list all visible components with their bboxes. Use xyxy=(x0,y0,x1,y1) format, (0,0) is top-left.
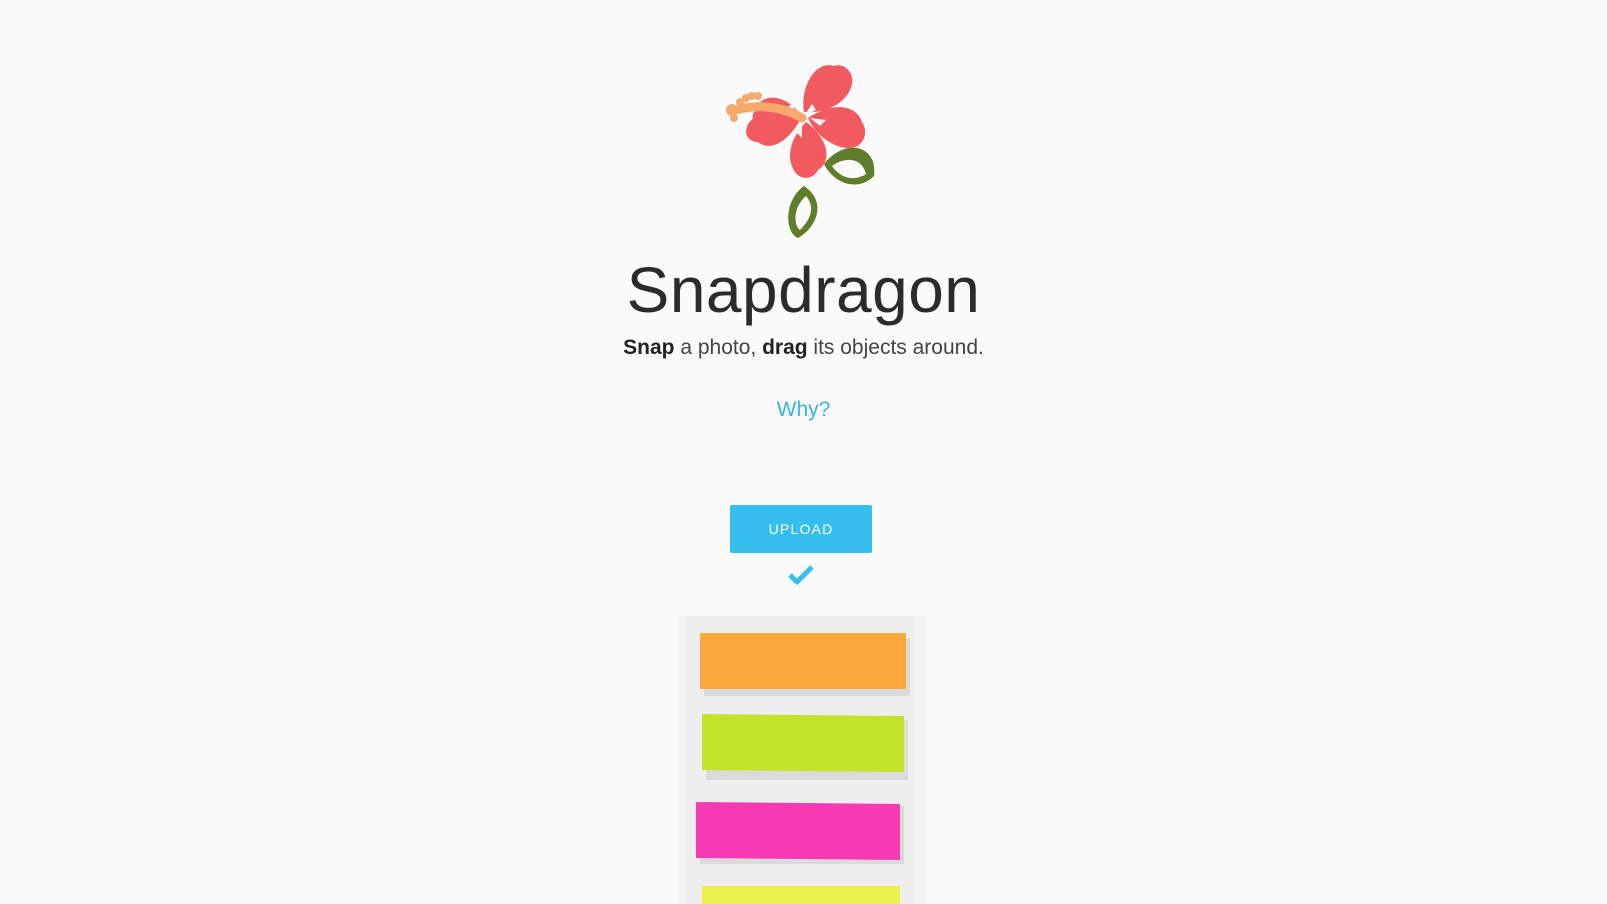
page: Snapdragon Snap a photo, drag its object… xyxy=(0,0,1607,904)
tagline-middle: a photo, xyxy=(674,336,763,359)
sticky-note-orange xyxy=(700,633,906,689)
hibiscus-logo-icon xyxy=(726,65,875,238)
tagline: Snap a photo, drag its objects around. xyxy=(0,334,1607,362)
why-link-row: Why? xyxy=(0,396,1607,424)
app-title: Snapdragon xyxy=(626,254,981,326)
sticky-note-green xyxy=(702,714,904,772)
uploaded-photo xyxy=(678,616,926,904)
sticky-note-pink xyxy=(696,802,900,860)
checkmark-icon xyxy=(788,565,814,585)
why-link[interactable]: Why? xyxy=(777,398,831,421)
tagline-end: its objects around. xyxy=(807,336,984,359)
tagline-snap: Snap xyxy=(623,336,675,359)
upload-button[interactable]: UPLOAD xyxy=(730,505,872,553)
sticky-note-yellow xyxy=(702,886,900,904)
tagline-drag: drag xyxy=(762,336,808,359)
